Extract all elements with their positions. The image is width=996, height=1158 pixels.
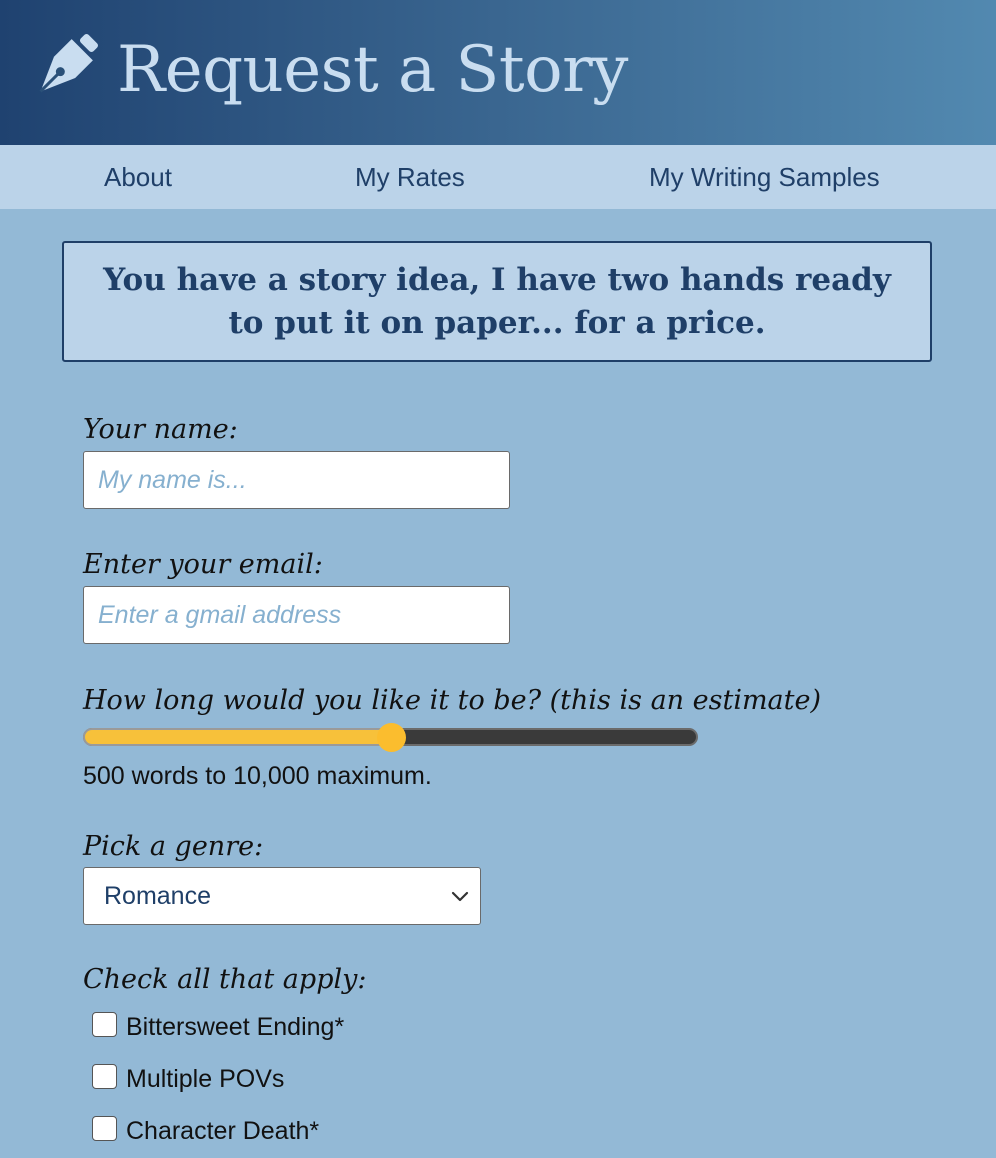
email-label: Enter your email:: [83, 549, 323, 580]
nav-link-about[interactable]: About: [104, 145, 172, 209]
checkbox-label: Character Death*: [126, 1117, 320, 1145]
tagline-box: You have a story idea, I have two hands …: [62, 241, 932, 362]
genre-select[interactable]: Romance: [83, 867, 481, 925]
chevron-down-icon: [451, 891, 469, 902]
main-nav: About My Rates My Writing Samples: [0, 145, 996, 209]
length-label: How long would you like it to be? (this …: [83, 685, 822, 716]
checks-label: Check all that apply:: [83, 964, 367, 995]
length-range-note: 500 words to 10,000 maximum.: [83, 762, 432, 790]
genre-label: Pick a genre:: [83, 831, 264, 862]
checkbox-character-death[interactable]: [92, 1116, 117, 1141]
length-slider-fill: [83, 728, 391, 746]
name-input[interactable]: [83, 451, 510, 509]
length-slider[interactable]: [83, 723, 698, 752]
nav-link-rates[interactable]: My Rates: [355, 145, 465, 209]
checkbox-label: Bittersweet Ending*: [126, 1013, 345, 1041]
checkbox-bittersweet-ending[interactable]: [92, 1012, 117, 1037]
name-label: Your name:: [83, 414, 238, 445]
email-input[interactable]: [83, 586, 510, 644]
checkbox-label: Multiple POVs: [126, 1065, 285, 1093]
length-slider-thumb[interactable]: [377, 723, 406, 752]
nav-link-writing-samples[interactable]: My Writing Samples: [649, 145, 880, 209]
site-title: Request a Story: [117, 33, 628, 107]
tagline-text: You have a story idea, I have two hands …: [103, 261, 891, 341]
genre-selected-value: Romance: [104, 882, 211, 910]
checkbox-multiple-povs[interactable]: [92, 1064, 117, 1089]
site-header: Request a Story: [0, 0, 996, 145]
fountain-pen-icon: [39, 34, 98, 93]
